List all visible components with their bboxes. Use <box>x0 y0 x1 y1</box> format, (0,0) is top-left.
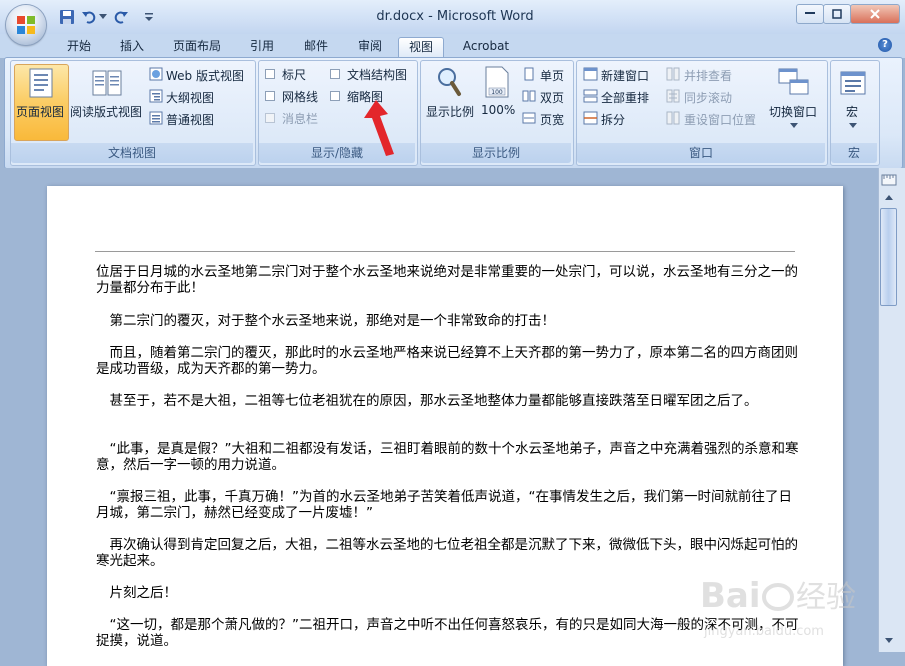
ruler-checkbox[interactable] <box>265 69 275 79</box>
side-by-side-icon <box>666 67 680 81</box>
outline-label: 大纲视图 <box>166 91 215 105</box>
paragraph[interactable]: “禀报三祖，此事，千真万确！”为首的水云圣地弟子苦笑着低声说道，“在事情发生之后… <box>96 489 801 521</box>
group-label-window: 窗口 <box>577 143 825 163</box>
paragraph[interactable]: 片刻之后！ <box>96 585 801 601</box>
reading-layout-label: 阅读版式视图 <box>70 105 143 119</box>
minimize-button[interactable] <box>796 4 824 24</box>
group-label-zoom: 显示比例 <box>421 143 571 163</box>
split-icon <box>583 111 598 125</box>
baidu-watermark: Bai 经验 jingyan.baidu.com <box>700 567 900 647</box>
page-width-label: 页宽 <box>540 113 565 127</box>
draft-icon <box>149 111 163 125</box>
magnifier-icon <box>438 68 461 96</box>
help-icon[interactable]: ? <box>878 38 892 52</box>
paragraph[interactable]: 甚至于，若不是大祖，二祖等七位老祖犹在的原因，那水云圣地整体力量都能够直接跌落至… <box>96 393 801 409</box>
message-bar-checkbox <box>265 113 275 123</box>
macros-icon <box>840 71 866 95</box>
group-label-macros: 宏 <box>831 143 877 163</box>
zoom-label: 显示比例 <box>426 105 475 119</box>
scroll-thumb[interactable] <box>880 208 897 306</box>
print-layout-label: 页面视图 <box>16 105 65 119</box>
page-100-icon: 100 <box>485 66 509 98</box>
close-button[interactable] <box>850 4 900 24</box>
new-window-icon <box>583 67 598 81</box>
save-icon[interactable] <box>58 8 76 26</box>
print-layout-icon <box>29 68 53 98</box>
switch-windows-icon <box>778 68 809 95</box>
web-layout-icon <box>149 67 163 81</box>
draft-label: 普通视图 <box>166 113 215 127</box>
arrange-all-label: 全部重排 <box>601 91 650 105</box>
paragraph[interactable]: 位居于日月城的水云圣地第二宗门对于整个水云圣地来说绝对是非常重要的一处宗门，可以… <box>96 264 801 296</box>
document-map-checkbox[interactable] <box>330 69 340 79</box>
reading-layout-icon <box>92 70 122 96</box>
side-by-side-label: 并排查看 <box>684 69 733 83</box>
view-ruler-icon[interactable] <box>881 172 897 188</box>
baidu-logo-icon: Bai 经验 jingyan.baidu.com <box>700 576 856 639</box>
reset-window-position-icon <box>666 111 680 125</box>
window-title: dr.docx - Microsoft Word <box>376 9 534 24</box>
switch-windows-label: 切换窗口 <box>769 105 818 119</box>
svg-text:jingyan.baidu.com: jingyan.baidu.com <box>703 624 824 639</box>
arrange-all-icon <box>583 89 598 103</box>
redo-icon[interactable] <box>112 8 130 26</box>
reset-window-position-label: 重设窗口位置 <box>684 113 757 127</box>
svg-text:Bai: Bai <box>700 576 761 616</box>
paragraph[interactable]: “此事，是真是假？”大祖和二祖都没有发话，三祖盯着眼前的数十个水云圣地弟子，声音… <box>96 441 801 473</box>
header-divider <box>95 251 795 252</box>
group-label-document-views: 文档视图 <box>11 143 253 163</box>
office-logo-icon <box>17 16 35 34</box>
page-width-icon <box>522 112 536 124</box>
svg-text:经验: 经验 <box>796 580 856 615</box>
switch-windows-dropdown-icon <box>790 123 798 128</box>
sync-scroll-icon <box>666 89 680 103</box>
paragraph[interactable]: 而且，随着第二宗门的覆灭，那此时的水云圣地严格来说已经算不上天齐郡的第一势力了，… <box>96 345 801 377</box>
restore-button[interactable] <box>823 4 851 24</box>
two-pages-label: 双页 <box>540 91 565 105</box>
tab-references[interactable]: 引用 <box>242 37 282 57</box>
split-label: 拆分 <box>601 113 626 127</box>
paragraph[interactable]: 再次确认得到肯定回复之后，大祖，二祖等水云圣地的七位老祖全都是沉默了下来，微微低… <box>96 537 801 569</box>
new-window-label: 新建窗口 <box>601 69 650 83</box>
paragraph[interactable]: 第二宗门的覆灭，对于整个水云圣地来说，那绝对是一个非常致命的打击！ <box>96 313 801 329</box>
customize-qat-icon[interactable] <box>142 8 156 26</box>
office-button[interactable] <box>6 5 46 45</box>
macros-dropdown-icon <box>849 123 857 128</box>
tab-home[interactable]: 开始 <box>60 37 98 57</box>
tab-page-layout[interactable]: 页面布局 <box>166 37 228 57</box>
undo-dropdown-icon[interactable] <box>98 8 108 26</box>
macros-label: 宏 <box>846 105 859 119</box>
tab-insert[interactable]: 插入 <box>112 37 152 57</box>
document-map-label: 文档结构图 <box>347 68 408 82</box>
scroll-up-icon[interactable] <box>881 191 897 205</box>
tab-view[interactable]: 视图 <box>398 37 444 59</box>
tab-review[interactable]: 审阅 <box>350 37 390 57</box>
web-layout-label: Web 版式视图 <box>166 69 244 83</box>
message-bar-label: 消息栏 <box>282 112 319 126</box>
one-page-icon <box>524 67 534 81</box>
zoom-100-label: 100% <box>481 103 516 117</box>
sync-scroll-label: 同步滚动 <box>684 91 733 105</box>
one-page-label: 单页 <box>540 69 565 83</box>
gridlines-label: 网格线 <box>282 90 319 104</box>
two-pages-icon <box>522 90 536 102</box>
undo-icon[interactable] <box>80 8 98 26</box>
paragraph[interactable]: “这一切，都是那个萧凡做的？”二祖开口，声音之中听不出任何喜怒哀乐，有的只是如同… <box>96 617 801 649</box>
tab-acrobat[interactable]: Acrobat <box>455 37 517 57</box>
thumbnails-checkbox[interactable] <box>330 91 340 101</box>
tab-mailings[interactable]: 邮件 <box>296 37 336 57</box>
gridlines-checkbox[interactable] <box>265 91 275 101</box>
outline-icon <box>149 89 163 103</box>
svg-text:100: 100 <box>491 89 503 96</box>
annotation-arrow-icon <box>364 100 394 156</box>
ruler-label: 标尺 <box>282 68 307 82</box>
